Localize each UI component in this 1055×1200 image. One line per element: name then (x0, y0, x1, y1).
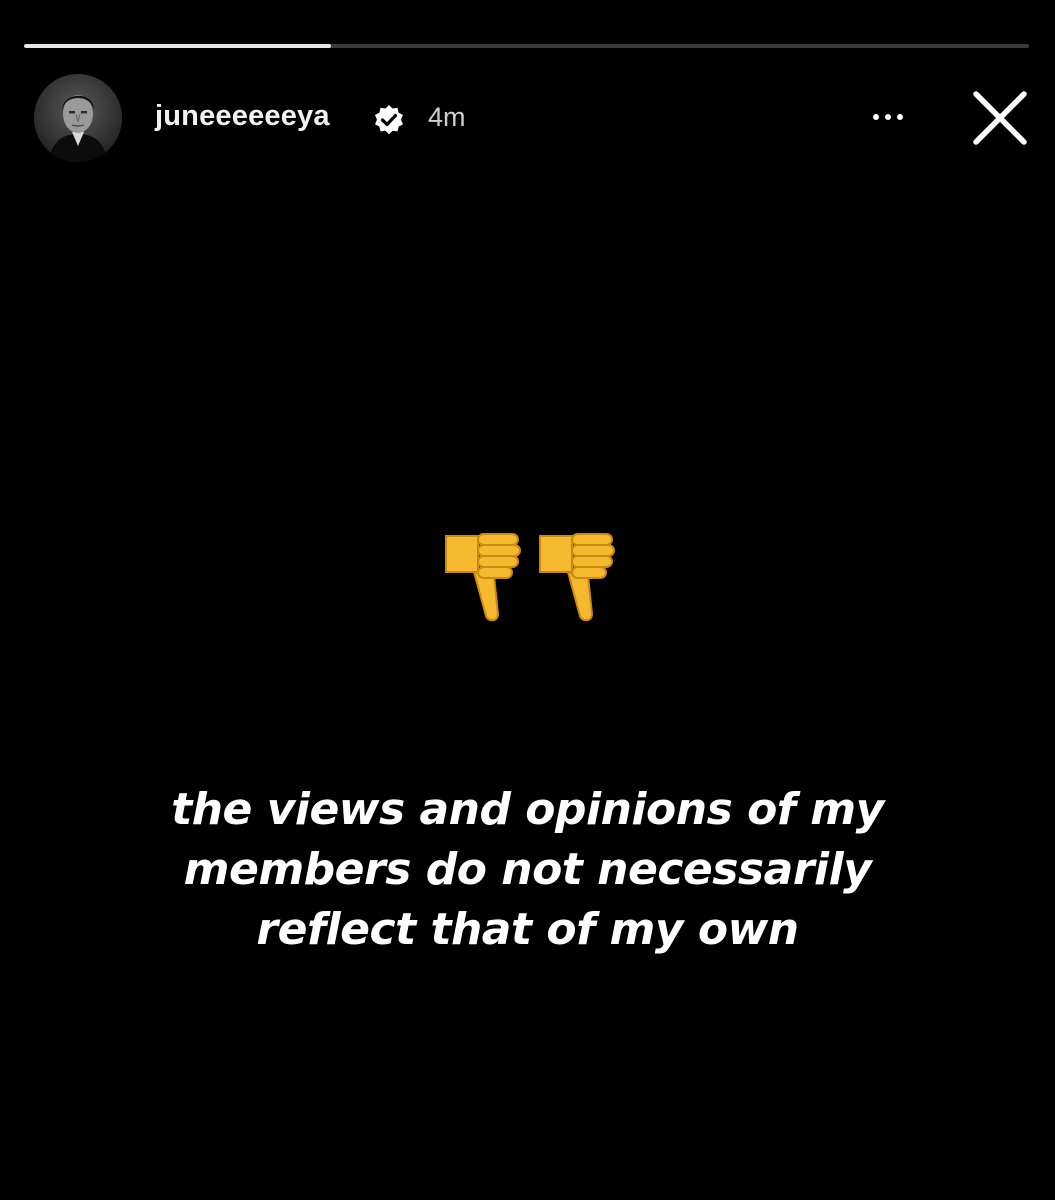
more-dot (897, 114, 903, 120)
profile-photo-icon (34, 74, 122, 162)
more-dots-icon (873, 114, 879, 120)
story-progress-fill (24, 44, 331, 48)
caption-line: the views and opinions of my (171, 784, 884, 835)
thumbs-down-icon (539, 533, 615, 622)
post-timestamp: 4m (428, 102, 466, 132)
caption-line: members do not necessarily (183, 844, 872, 895)
username[interactable]: juneeeeeeya (155, 100, 330, 133)
story-header: juneeeeeeya 4m (0, 70, 1055, 165)
more-dot (885, 114, 891, 120)
avatar[interactable] (34, 74, 122, 162)
verified-badge-icon (375, 105, 403, 135)
caption-line: reflect that of my own (256, 904, 799, 955)
thumbs-down-emojis (440, 528, 620, 624)
thumbs-down-icon (445, 533, 521, 622)
more-options-button[interactable] (858, 102, 918, 132)
close-icon[interactable] (968, 86, 1032, 150)
story-caption: the views and opinions of my members do … (60, 780, 995, 960)
story-progress-bar (24, 44, 1029, 48)
